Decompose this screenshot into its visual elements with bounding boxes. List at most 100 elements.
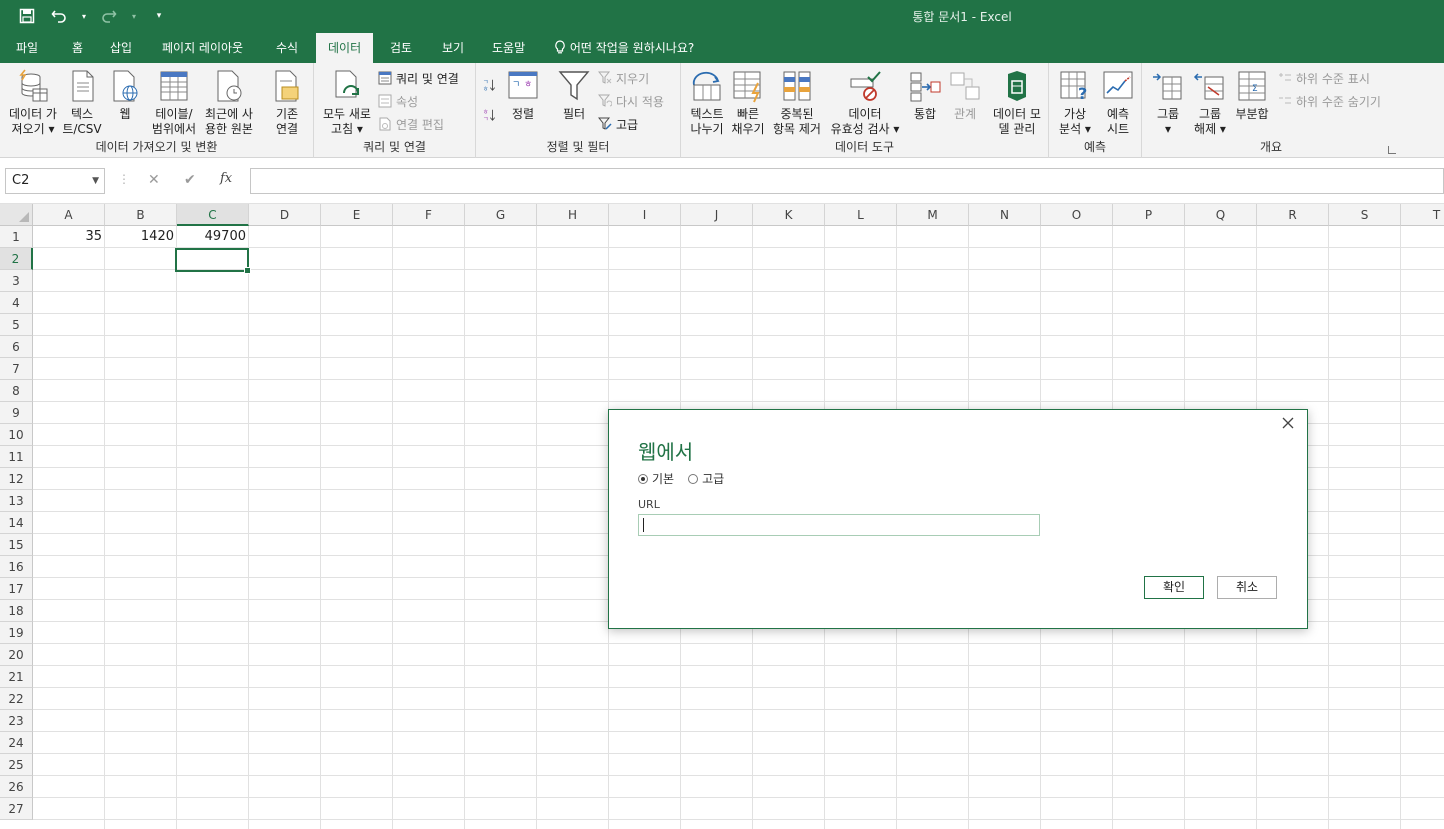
- dialog-launcher-icon[interactable]: [1388, 146, 1396, 154]
- column-header-q[interactable]: Q: [1185, 204, 1257, 226]
- refresh-all-button[interactable]: 모두 새로 고침 ▾: [318, 69, 376, 137]
- clear-filter-button[interactable]: 지우기: [598, 68, 649, 88]
- reapply-button[interactable]: 다시 적용: [598, 91, 664, 111]
- row-header-4[interactable]: 4: [0, 292, 33, 314]
- cancel-button[interactable]: 취소: [1217, 576, 1277, 599]
- get-data-button[interactable]: 데이터 가 져오기 ▾: [4, 69, 62, 137]
- row-header-16[interactable]: 16: [0, 556, 33, 578]
- radio-basic-dot[interactable]: [638, 473, 648, 484]
- row-header-25[interactable]: 25: [0, 754, 33, 776]
- ok-button[interactable]: 확인: [1144, 576, 1204, 599]
- ungroup-button[interactable]: 그룹 해제 ▾: [1190, 69, 1230, 137]
- row-header-19[interactable]: 19: [0, 622, 33, 644]
- row-header-14[interactable]: 14: [0, 512, 33, 534]
- relationships-button[interactable]: 관계: [947, 69, 983, 122]
- text-to-columns-button[interactable]: 텍스트 나누기: [685, 69, 729, 137]
- column-header-r[interactable]: R: [1257, 204, 1329, 226]
- row-header-5[interactable]: 5: [0, 314, 33, 336]
- flash-fill-button[interactable]: 빠른 채우기: [729, 69, 767, 137]
- tab-file[interactable]: 파일: [4, 33, 50, 63]
- row-header-27[interactable]: 27: [0, 798, 33, 820]
- radio-basic[interactable]: 기본: [638, 470, 674, 487]
- consolidate-button[interactable]: 통합: [905, 69, 945, 122]
- edit-links-button[interactable]: 연결 편집: [378, 114, 444, 134]
- row-header-13[interactable]: 13: [0, 490, 33, 512]
- formula-input[interactable]: [250, 168, 1444, 194]
- column-header-c[interactable]: C: [177, 204, 249, 226]
- tab-help[interactable]: 도움말: [480, 33, 537, 63]
- radio-advanced-dot[interactable]: [688, 473, 699, 484]
- close-icon[interactable]: [1277, 413, 1299, 435]
- formula-bar-grip-icon[interactable]: ⋮: [118, 172, 130, 186]
- column-header-p[interactable]: P: [1113, 204, 1185, 226]
- column-header-e[interactable]: E: [321, 204, 393, 226]
- tab-review[interactable]: 검토: [378, 33, 424, 63]
- cancel-entry-button[interactable]: ✕: [148, 172, 160, 188]
- data-validation-button[interactable]: 데이터 유효성 검사 ▾: [827, 69, 903, 137]
- sort-button[interactable]: ㄱㅎ 정렬: [504, 69, 542, 122]
- from-web-button[interactable]: 웹: [106, 69, 144, 122]
- tab-home[interactable]: 홈: [60, 33, 95, 63]
- column-header-f[interactable]: F: [393, 204, 465, 226]
- column-header-g[interactable]: G: [465, 204, 537, 226]
- row-header-10[interactable]: 10: [0, 424, 33, 446]
- row-header-24[interactable]: 24: [0, 732, 33, 754]
- chevron-down-icon[interactable]: ▼: [92, 169, 99, 193]
- row-header-3[interactable]: 3: [0, 270, 33, 292]
- group-button[interactable]: 그룹 ▾: [1148, 69, 1188, 137]
- row-header-1[interactable]: 1: [0, 226, 33, 248]
- from-text-csv-button[interactable]: 텍스 트/CSV: [62, 69, 102, 137]
- row-header-11[interactable]: 11: [0, 446, 33, 468]
- subtotal-button[interactable]: Σ 부분합: [1232, 69, 1272, 122]
- hide-detail-button[interactable]: 하위 수준 숨기기: [1278, 91, 1381, 111]
- column-header-b[interactable]: B: [105, 204, 177, 226]
- column-header-j[interactable]: J: [681, 204, 753, 226]
- row-header-15[interactable]: 15: [0, 534, 33, 556]
- insert-function-button[interactable]: fx: [220, 171, 232, 186]
- sort-ascending-button[interactable]: ㄱㅎ: [482, 75, 496, 95]
- tab-view[interactable]: 보기: [430, 33, 476, 63]
- row-header-6[interactable]: 6: [0, 336, 33, 358]
- column-header-d[interactable]: D: [249, 204, 321, 226]
- tell-me-search[interactable]: 어떤 작업을 원하시나요?: [554, 33, 694, 63]
- row-header-7[interactable]: 7: [0, 358, 33, 380]
- row-header-9[interactable]: 9: [0, 402, 33, 424]
- show-detail-button[interactable]: 하위 수준 표시: [1278, 68, 1370, 88]
- cell-a1[interactable]: 35: [33, 226, 105, 248]
- forecast-sheet-button[interactable]: 예측 시트: [1099, 69, 1137, 137]
- recent-sources-button[interactable]: 최근에 사 용한 원본: [201, 69, 257, 137]
- row-header-8[interactable]: 8: [0, 380, 33, 402]
- column-header-i[interactable]: I: [609, 204, 681, 226]
- what-if-analysis-button[interactable]: ? 가상 분석 ▾: [1053, 69, 1097, 137]
- row-header-12[interactable]: 12: [0, 468, 33, 490]
- confirm-entry-button[interactable]: ✔: [184, 172, 196, 188]
- properties-button[interactable]: 속성: [378, 91, 418, 111]
- row-header-18[interactable]: 18: [0, 600, 33, 622]
- column-header-h[interactable]: H: [537, 204, 609, 226]
- name-box[interactable]: C2 ▼: [5, 168, 105, 194]
- select-all-button[interactable]: [0, 204, 33, 226]
- cell-b1[interactable]: 1420: [105, 226, 177, 248]
- row-header-22[interactable]: 22: [0, 688, 33, 710]
- column-header-s[interactable]: S: [1329, 204, 1401, 226]
- sort-descending-button[interactable]: ㅎㄱ: [482, 105, 496, 125]
- column-header-m[interactable]: M: [897, 204, 969, 226]
- cell-c1[interactable]: 49700: [177, 226, 249, 248]
- row-header-26[interactable]: 26: [0, 776, 33, 798]
- column-header-n[interactable]: N: [969, 204, 1041, 226]
- row-header-17[interactable]: 17: [0, 578, 33, 600]
- tab-data[interactable]: 데이터: [316, 33, 374, 63]
- radio-advanced[interactable]: 고급: [688, 470, 724, 487]
- tab-formulas[interactable]: 수식: [264, 33, 310, 63]
- advanced-filter-button[interactable]: 고급: [598, 114, 638, 134]
- filter-button[interactable]: 필터: [552, 69, 596, 122]
- queries-connections-button[interactable]: 쿼리 및 연결: [378, 68, 459, 88]
- remove-duplicates-button[interactable]: 중복된 항목 제거: [769, 69, 825, 137]
- column-header-a[interactable]: A: [33, 204, 105, 226]
- tab-insert[interactable]: 삽입: [98, 33, 144, 63]
- column-header-l[interactable]: L: [825, 204, 897, 226]
- row-header-23[interactable]: 23: [0, 710, 33, 732]
- from-table-button[interactable]: 테이블/ 범위에서: [148, 69, 200, 137]
- active-cell-c2[interactable]: [175, 248, 251, 274]
- column-header-t[interactable]: T: [1401, 204, 1444, 226]
